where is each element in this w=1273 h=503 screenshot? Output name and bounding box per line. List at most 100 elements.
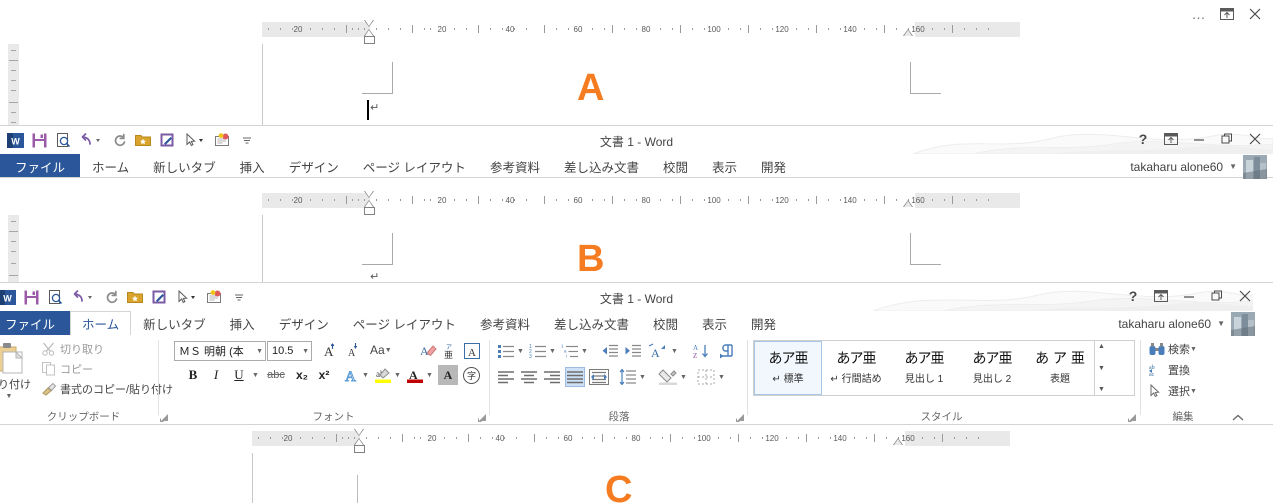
minimize-button[interactable] xyxy=(1175,285,1203,307)
show-formatting-marks-button[interactable] xyxy=(718,341,738,361)
edit-document-icon[interactable] xyxy=(148,286,170,308)
text-highlight-button[interactable]: ab xyxy=(373,365,393,385)
document-page-b[interactable]: ↵ B xyxy=(262,215,1020,285)
edit-document-icon[interactable] xyxy=(156,129,178,151)
save-icon[interactable] xyxy=(28,129,50,151)
text-effects-chevron-down-icon[interactable]: ▼ xyxy=(362,372,369,379)
title-bar-b[interactable]: W 文書 1 - Word ? xyxy=(0,126,1273,154)
title-bar-c[interactable]: W 文書 1 - Word ? xyxy=(0,283,1273,311)
tab-references[interactable]: 参考資料 xyxy=(468,311,542,335)
quick-access-toolbar-b[interactable]: W xyxy=(0,127,258,153)
tab-review[interactable]: 校閲 xyxy=(651,154,700,177)
chevron-down-icon[interactable]: ▼ xyxy=(302,348,309,355)
numbering-chevron-down-icon[interactable]: ▼ xyxy=(549,348,556,355)
tab-layout[interactable]: ページ レイアウト xyxy=(341,311,468,335)
tab-home[interactable]: ホーム xyxy=(80,154,141,177)
chevron-down-icon[interactable]: ▼ xyxy=(1217,319,1225,328)
customize-qat-icon[interactable] xyxy=(236,129,258,151)
ribbon-display-options-icon[interactable] xyxy=(1147,285,1175,307)
word-logo-icon[interactable]: W xyxy=(0,286,18,308)
tab-file[interactable]: ファイル xyxy=(0,154,81,177)
tab-developer[interactable]: 開発 xyxy=(739,311,788,335)
tab-mailings[interactable]: 差し込み文書 xyxy=(542,311,641,335)
undo-icon[interactable] xyxy=(76,129,106,151)
line-spacing-button[interactable] xyxy=(618,367,638,387)
more-options-icon[interactable]: … xyxy=(1185,3,1213,25)
more-styles-icon[interactable]: ▼ xyxy=(1098,385,1105,394)
clear-formatting-button[interactable]: A xyxy=(418,341,438,361)
decrease-indent-button[interactable] xyxy=(600,341,620,361)
tab-design[interactable]: デザイン xyxy=(267,311,341,335)
tab-view[interactable]: 表示 xyxy=(690,311,739,335)
tab-developer[interactable]: 開発 xyxy=(749,154,798,177)
replace-button[interactable]: ab ac 置換 xyxy=(1149,362,1190,378)
chevron-down-icon[interactable]: ▼ xyxy=(1229,162,1237,171)
tab-home[interactable]: ホーム xyxy=(70,311,132,335)
shading-chevron-down-icon[interactable]: ▼ xyxy=(680,374,687,381)
new-comment-icon[interactable] xyxy=(204,286,226,308)
font-size-combo[interactable]: 10.5 ▼ xyxy=(267,341,312,361)
new-comment-icon[interactable] xyxy=(212,129,234,151)
ribbon-tabs-c[interactable]: ファイル ホーム 新しいタブ 挿入 デザイン ページ レイアウト 参考資料 差し… xyxy=(0,311,1273,336)
close-button[interactable] xyxy=(1241,3,1269,25)
tab-references[interactable]: 参考資料 xyxy=(478,154,552,177)
align-center-button[interactable] xyxy=(519,367,539,387)
underline-chevron-down-icon[interactable]: ▼ xyxy=(252,372,259,379)
save-icon[interactable] xyxy=(20,286,42,308)
document-page-c[interactable]: C xyxy=(252,453,1010,503)
pointer-icon[interactable] xyxy=(172,286,202,308)
increase-indent-button[interactable] xyxy=(623,341,643,361)
word-window-c[interactable]: W 文書 1 - Word ? ファイル ホーム 新しいタブ 挿入 デザイン ペ… xyxy=(0,282,1273,503)
italic-button[interactable]: I xyxy=(205,365,227,385)
tab-newtab[interactable]: 新しいタブ xyxy=(131,311,218,335)
borders-chevron-down-icon[interactable]: ▼ xyxy=(718,374,725,381)
align-left-button[interactable] xyxy=(496,367,516,387)
find-button[interactable]: 検索 ▼ xyxy=(1149,341,1197,357)
tab-review[interactable]: 校閲 xyxy=(641,311,690,335)
style-item-title[interactable]: あ ア 亜 表題 xyxy=(1026,341,1094,395)
subscript-button[interactable]: x₂ xyxy=(291,365,313,385)
select-button[interactable]: 選択 ▼ xyxy=(1149,383,1197,399)
clipboard-dialog-launcher[interactable] xyxy=(160,413,169,422)
left-indent-marker-a[interactable] xyxy=(364,36,375,44)
help-button[interactable]: ? xyxy=(1119,285,1147,307)
tab-newtab[interactable]: 新しいタブ xyxy=(141,154,228,177)
shading-button[interactable] xyxy=(658,367,678,387)
phonetic-guide-button[interactable]: ア亜 xyxy=(440,341,460,361)
avatar[interactable] xyxy=(1243,154,1267,179)
numbering-button[interactable]: 123 xyxy=(528,341,548,361)
align-right-button[interactable] xyxy=(542,367,562,387)
print-preview-icon[interactable] xyxy=(44,286,66,308)
tab-design[interactable]: デザイン xyxy=(277,154,351,177)
vertical-ruler-a[interactable] xyxy=(8,44,19,135)
cut-button[interactable]: 切り取り xyxy=(42,341,104,357)
superscript-button[interactable]: x² xyxy=(313,365,335,385)
ribbon-display-options-icon[interactable] xyxy=(1213,3,1241,25)
left-indent-marker-b[interactable] xyxy=(364,207,375,215)
borders-button[interactable] xyxy=(696,367,716,387)
ribbon-display-options-icon[interactable] xyxy=(1157,128,1185,150)
character-shading-button[interactable]: A xyxy=(438,365,458,385)
find-chevron-down-icon[interactable]: ▼ xyxy=(1190,346,1197,353)
close-button[interactable] xyxy=(1241,128,1269,150)
word-window-a[interactable]: … L xyxy=(0,0,1273,135)
quick-access-toolbar-c[interactable]: W xyxy=(0,284,250,310)
scroll-down-icon[interactable]: ▼ xyxy=(1098,364,1105,373)
tab-file[interactable]: ファイル xyxy=(0,311,71,335)
collapse-ribbon-button[interactable] xyxy=(1231,413,1245,423)
redo-icon[interactable] xyxy=(100,286,122,308)
styles-dialog-launcher[interactable] xyxy=(1128,413,1137,422)
multilevel-chevron-down-icon[interactable]: ▼ xyxy=(581,348,588,355)
font-dialog-launcher[interactable] xyxy=(478,413,487,422)
left-indent-marker-c[interactable] xyxy=(354,445,365,453)
asian-layout-button[interactable]: A xyxy=(648,341,668,361)
bold-button[interactable]: B xyxy=(182,365,204,385)
copy-button[interactable]: コピー xyxy=(42,361,93,377)
chevron-down-icon[interactable]: ▼ xyxy=(385,347,392,354)
word-window-b[interactable]: W 文書 1 - Word ? ファイル ホーム 新しいタブ 挿入 デザイン ペ… xyxy=(0,125,1273,285)
ribbon-tabs-b[interactable]: ファイル ホーム 新しいタブ 挿入 デザイン ページ レイアウト 参考資料 差し… xyxy=(0,154,1273,179)
highlight-chevron-down-icon[interactable]: ▼ xyxy=(394,372,401,379)
styles-gallery-scroll[interactable]: ▲ ▼ ▼ xyxy=(1094,341,1108,395)
scroll-up-icon[interactable]: ▲ xyxy=(1098,342,1105,351)
grow-font-button[interactable]: A xyxy=(317,341,337,361)
